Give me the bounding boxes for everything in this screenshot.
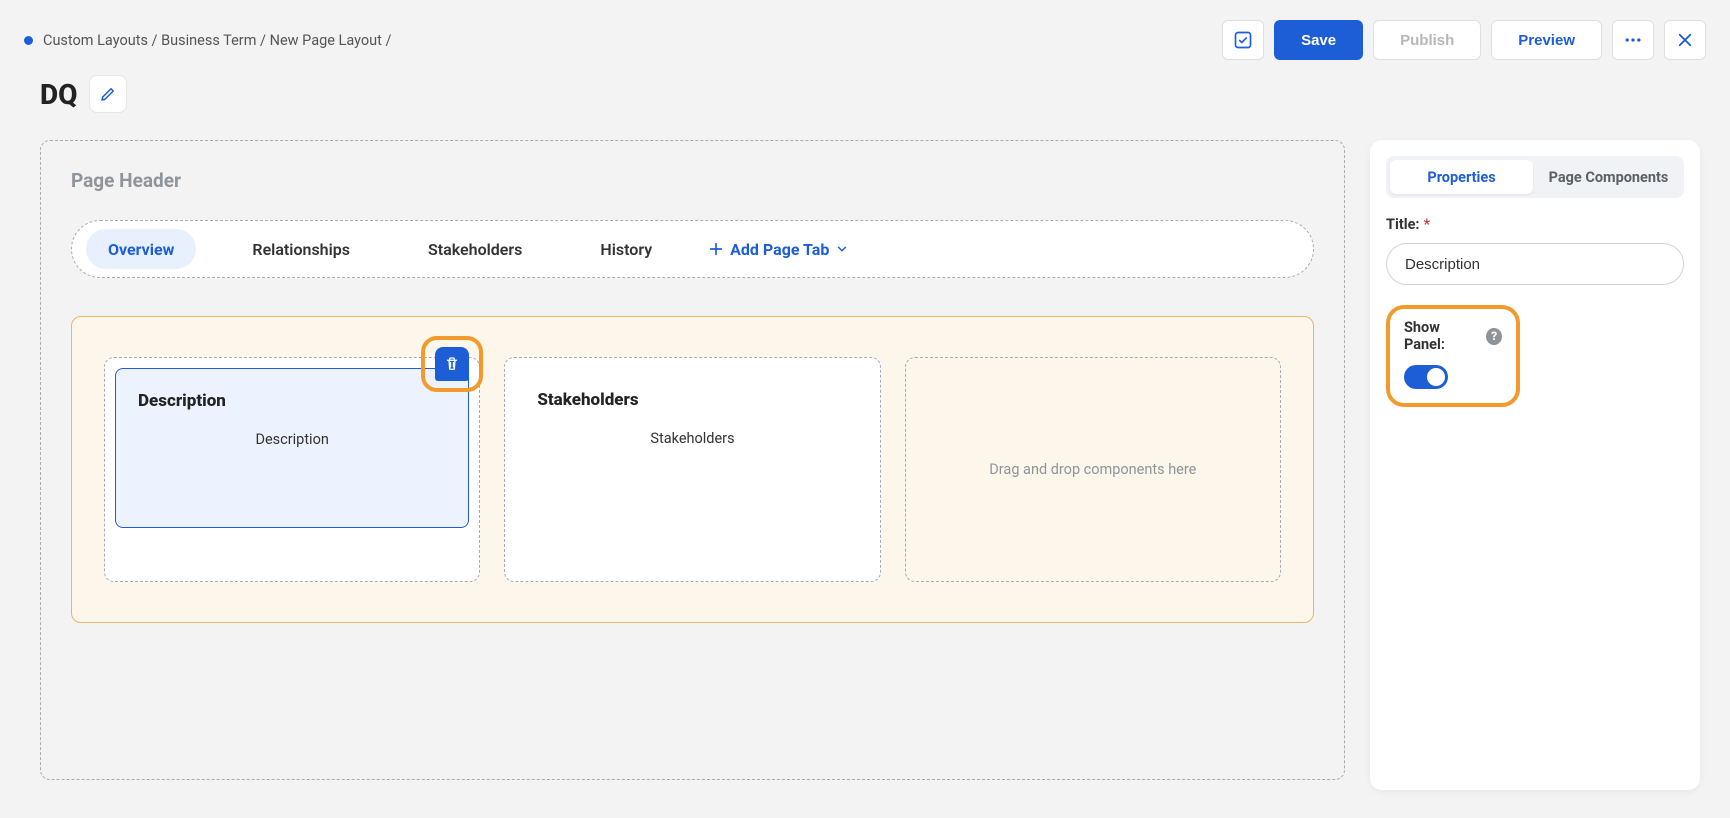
column-1[interactable]: Description Description [104,357,480,582]
page-tabbar: Overview Relationships Stakeholders Hist… [71,220,1314,278]
crumb-custom-layouts[interactable]: Custom Layouts [43,32,148,49]
tab-overview[interactable]: Overview [86,229,196,269]
delete-highlight [421,336,483,392]
breadcrumb: Custom Layouts / Business Term / New Pag… [24,32,392,49]
page-header-label: Page Header [71,169,1314,192]
preview-button[interactable]: Preview [1491,20,1602,60]
page-title: DQ [40,78,77,111]
toggle-knob [1427,368,1445,386]
layout-canvas: Page Header Overview Relationships Stake… [40,140,1345,780]
close-icon [1676,31,1694,49]
show-panel-row: Show Panel: ? [1404,319,1502,353]
show-panel-toggle[interactable] [1404,365,1448,389]
action-bar: Save Publish Preview [1222,20,1706,60]
column-2[interactable]: Stakeholders Stakeholders [504,357,880,582]
panel-body: Description [138,431,446,448]
edit-title-button[interactable] [89,75,127,113]
content-area: Description Description Stakeholders Sta… [71,316,1314,623]
close-button[interactable] [1664,20,1706,60]
validate-button[interactable] [1222,20,1264,60]
side-tabs: Properties Page Components [1386,156,1684,198]
publish-button[interactable]: Publish [1373,20,1481,60]
tab-history[interactable]: History [578,229,674,269]
crumb-new-page-layout[interactable]: New Page Layout [270,32,382,49]
side-tab-properties[interactable]: Properties [1390,160,1533,194]
required-indicator: * [1423,216,1430,233]
more-horizontal-icon [1623,30,1643,50]
panel-title: Stakeholders [537,390,847,410]
crumb-business-term[interactable]: Business Term [161,32,256,49]
side-panel: Properties Page Components Title: * Show… [1370,140,1700,790]
plus-icon [708,241,724,257]
panel-description[interactable]: Description Description [115,368,469,528]
pencil-icon [99,85,117,103]
add-page-tab-button[interactable]: Add Page Tab [708,240,849,259]
side-tab-components[interactable]: Page Components [1537,160,1680,194]
title-row: DQ [40,75,127,113]
column-3-dropzone[interactable]: Drag and drop components here [905,357,1281,582]
show-panel-label: Show Panel: [1404,319,1478,353]
top-bar: Custom Layouts / Business Term / New Pag… [24,18,1706,62]
title-label: Title: * [1386,216,1684,233]
show-panel-highlight: Show Panel: ? [1386,305,1520,407]
breadcrumb-text[interactable]: Custom Layouts / Business Term / New Pag… [43,32,392,49]
tab-relationships[interactable]: Relationships [230,229,372,269]
drop-message: Drag and drop components here [989,461,1196,478]
checkbox-icon [1233,30,1253,50]
panel-stakeholders[interactable]: Stakeholders Stakeholders [515,368,869,528]
title-input[interactable] [1386,243,1684,285]
panel-body: Stakeholders [537,430,847,447]
delete-panel-button[interactable] [435,347,469,381]
trash-icon [443,355,461,373]
more-button[interactable] [1612,20,1654,60]
panel-title: Description [138,391,446,411]
chevron-down-icon [835,242,849,256]
field-title: Title: * [1386,216,1684,285]
save-button[interactable]: Save [1274,20,1363,60]
tab-stakeholders[interactable]: Stakeholders [406,229,544,269]
help-icon[interactable]: ? [1486,328,1502,345]
status-dot-icon [24,36,33,45]
